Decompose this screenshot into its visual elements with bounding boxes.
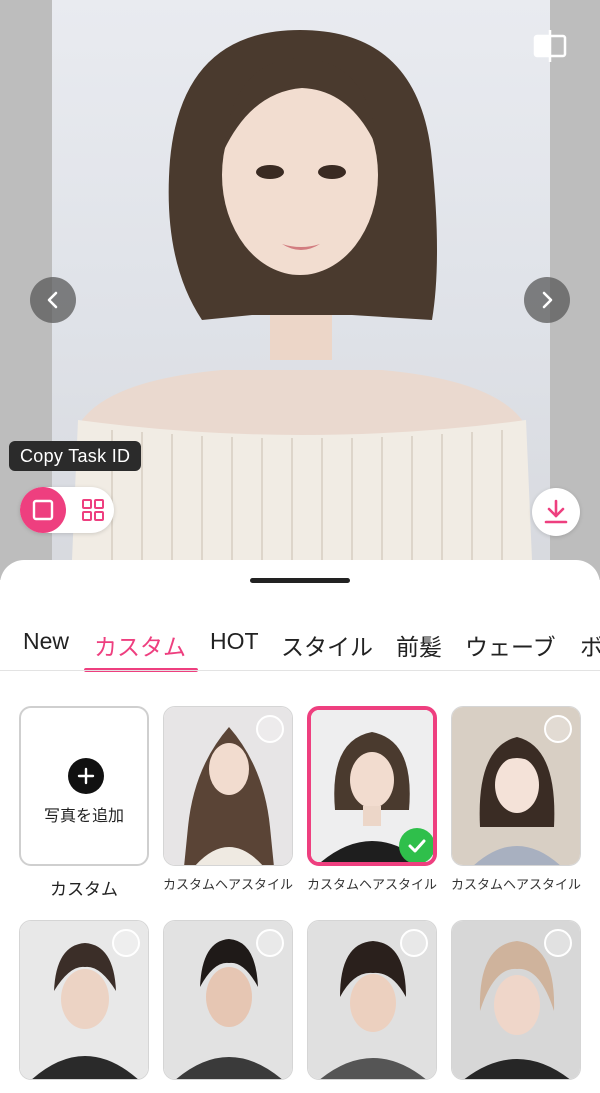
style-card[interactable] (19, 920, 149, 1080)
view-mode-toggle[interactable] (20, 487, 114, 533)
add-photo-card[interactable]: 写真を追加 (19, 706, 149, 866)
style-caption: カスタムヘアスタイル (450, 877, 581, 892)
select-radio[interactable] (112, 929, 140, 957)
category-tabs: New カスタム HOT スタイル 前髪 ウェーブ ボ (0, 622, 600, 672)
chevron-left-icon (47, 291, 58, 309)
style-card[interactable] (163, 920, 293, 1080)
style-card[interactable] (451, 706, 581, 866)
grid-view-button[interactable] (72, 487, 114, 533)
style-card-selected[interactable] (307, 706, 437, 866)
hairstyle-bottom-sheet: New カスタム HOT スタイル 前髪 ウェーブ ボ 写真を追加 カスタム カ… (0, 560, 600, 1093)
add-card-caption: カスタム (50, 880, 118, 899)
copy-task-id-button[interactable]: Copy Task ID (9, 441, 142, 471)
tab-new[interactable]: New (23, 628, 69, 655)
hairstyle-preview: Copy Task ID (0, 0, 600, 580)
tab-custom[interactable]: カスタム (94, 628, 186, 662)
plus-icon (68, 758, 104, 794)
next-image-button[interactable] (524, 277, 570, 323)
download-icon (544, 499, 568, 524)
grid-view-icon (82, 499, 104, 521)
select-radio[interactable] (544, 929, 572, 957)
previous-image-button[interactable] (30, 277, 76, 323)
style-card[interactable] (451, 920, 581, 1080)
check-icon (399, 828, 433, 862)
style-card[interactable] (163, 706, 293, 866)
tab-hot[interactable]: HOT (210, 628, 259, 655)
style-caption: カスタムヘアスタイル (162, 877, 293, 892)
select-radio[interactable] (400, 929, 428, 957)
select-radio[interactable] (544, 715, 572, 743)
portrait-image (72, 30, 532, 580)
add-photo-label: 写真を追加 (43, 808, 124, 825)
chevron-right-icon (542, 291, 553, 309)
sheet-drag-handle[interactable] (250, 578, 350, 583)
select-radio[interactable] (256, 929, 284, 957)
tab-more[interactable]: ボ (580, 628, 600, 662)
tab-bangs[interactable]: 前髪 (396, 628, 442, 662)
tab-style[interactable]: スタイル (281, 628, 373, 662)
single-view-button[interactable] (20, 487, 66, 533)
select-radio[interactable] (256, 715, 284, 743)
style-card[interactable] (307, 920, 437, 1080)
tab-wave[interactable]: ウェーブ (465, 628, 556, 662)
download-button[interactable] (532, 488, 580, 536)
style-caption: カスタムヘアスタイル (306, 877, 437, 892)
tabs-divider (0, 670, 600, 671)
compare-split-icon[interactable] (530, 26, 570, 66)
single-view-icon (32, 499, 54, 521)
